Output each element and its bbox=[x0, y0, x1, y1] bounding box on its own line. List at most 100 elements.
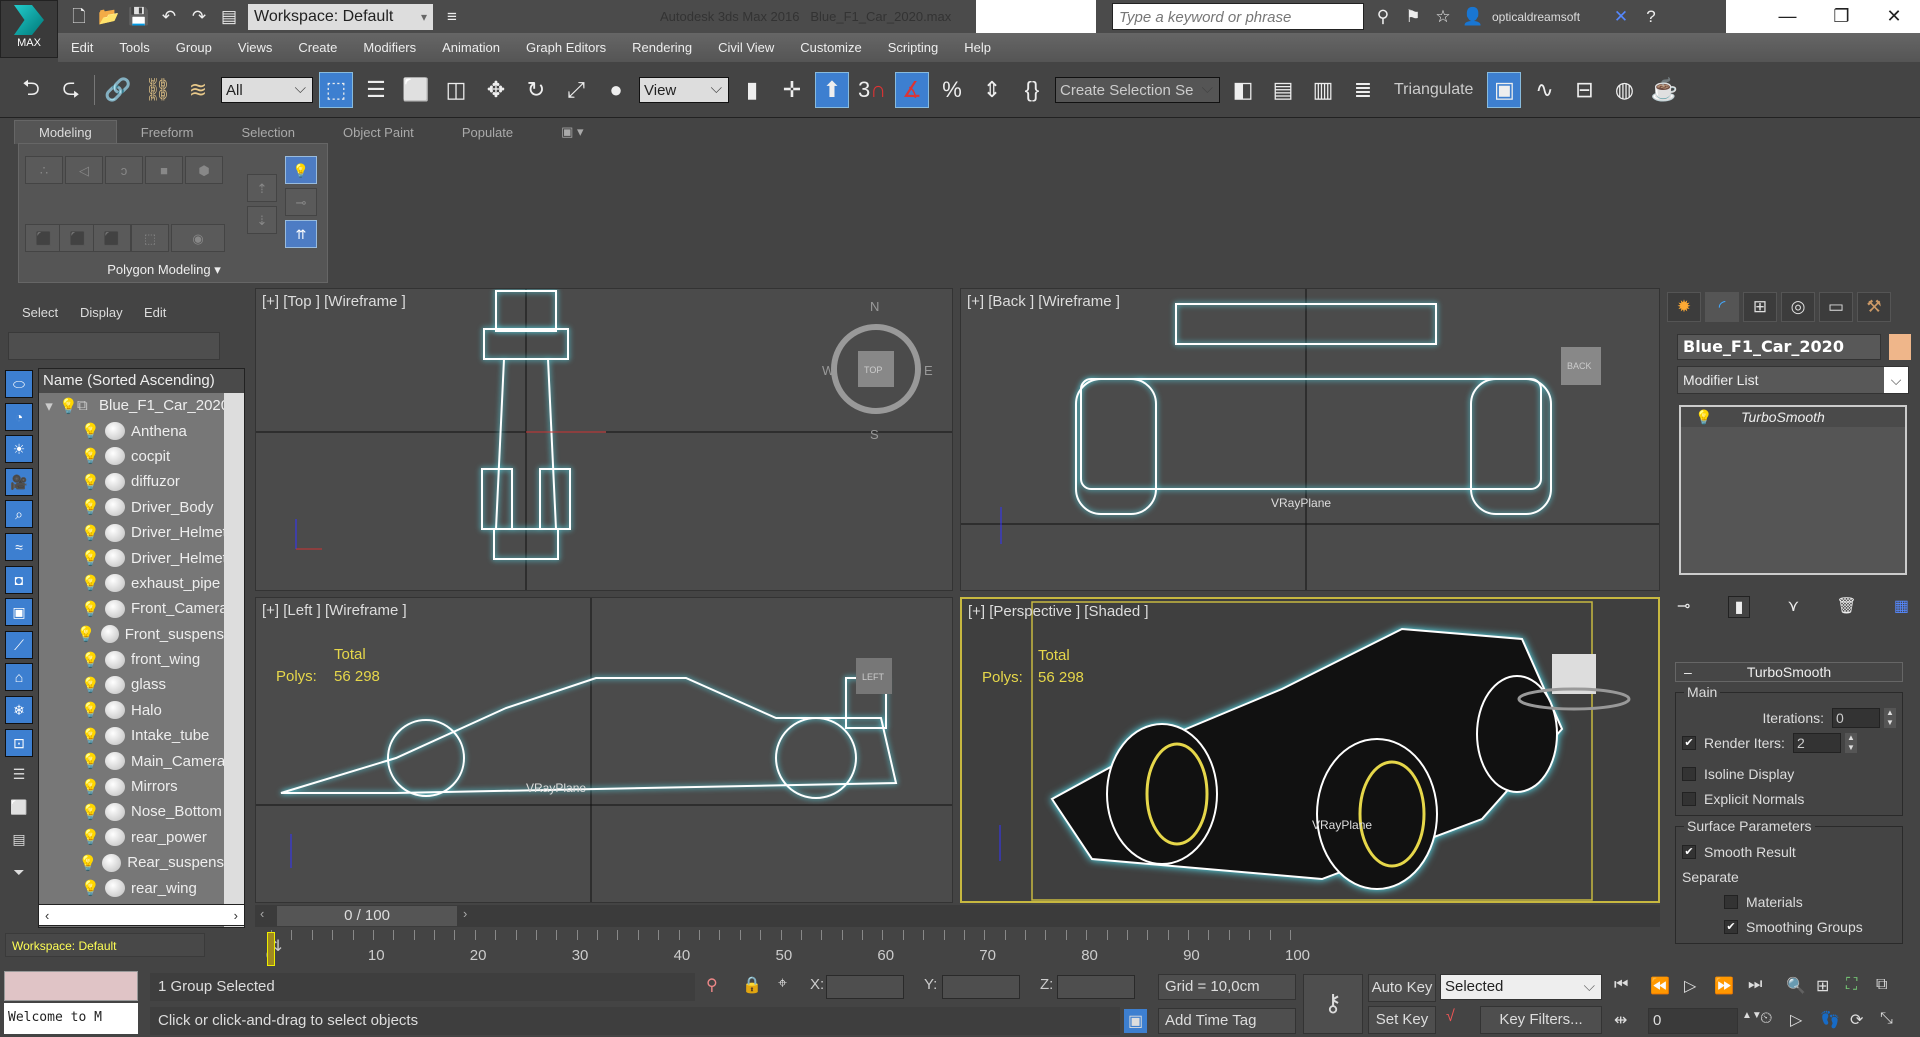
tree-root-row[interactable]: ▾ 💡 ⧉ Blue_F1_Car_2020 bbox=[39, 393, 244, 418]
select-cube-icon[interactable]: ⬛ bbox=[25, 224, 63, 252]
display-shapes-icon[interactable]: ◔ bbox=[5, 402, 33, 431]
viewport-back[interactable]: [+] [Back ] [Wireframe ] VRayPlane BACK bbox=[960, 288, 1660, 591]
render-setup-icon[interactable]: ☕ bbox=[1647, 72, 1681, 108]
vertex-icon[interactable]: ∴ bbox=[25, 156, 63, 184]
tree-item[interactable]: 💡 diffuzor bbox=[39, 469, 244, 494]
select-cube-3-icon[interactable]: ⬛ bbox=[93, 224, 131, 252]
explorer-search-input[interactable] bbox=[8, 332, 220, 360]
light-bulb-icon[interactable]: 💡 bbox=[81, 574, 100, 592]
project-folder-icon[interactable]: ▤ bbox=[218, 7, 240, 27]
tree-item[interactable]: 💡 Driver_Helmet bbox=[39, 545, 244, 570]
tab-modeling[interactable]: Modeling bbox=[14, 120, 117, 144]
time-slider[interactable]: ‹ 0 / 100 › bbox=[255, 905, 1660, 927]
display-none-icon[interactable]: ⬜ bbox=[5, 794, 33, 822]
customize-qat-icon[interactable]: ≡ bbox=[441, 7, 463, 27]
display-geometry-icon[interactable]: ⬭ bbox=[5, 370, 33, 398]
light-bulb-icon[interactable]: 💡 bbox=[81, 473, 100, 491]
schematic-view-icon[interactable]: ⊟ bbox=[1567, 72, 1601, 108]
bind-space-warp-icon[interactable]: ≋ bbox=[181, 72, 215, 108]
light-bulb-icon[interactable]: 💡 bbox=[78, 854, 97, 872]
object-color-swatch[interactable] bbox=[1889, 334, 1911, 360]
object-name-field[interactable]: Blue_F1_Car_2020 bbox=[1677, 334, 1881, 360]
select-by-name-icon[interactable]: ☰ bbox=[359, 72, 393, 108]
display-containers-icon[interactable]: ⌂ bbox=[5, 663, 33, 692]
go-to-end-icon[interactable]: ⏭ bbox=[1748, 976, 1762, 994]
light-bulb-icon[interactable]: 💡 bbox=[81, 676, 100, 694]
edit-named-selection-icon[interactable]: {} bbox=[1015, 72, 1049, 108]
workspace-label[interactable]: Workspace: Default bbox=[5, 933, 205, 957]
menu-civil-view[interactable]: Civil View bbox=[705, 40, 787, 55]
light-bulb-icon[interactable]: 💡 bbox=[81, 498, 100, 516]
light-bulb-icon[interactable]: 💡 bbox=[81, 447, 100, 465]
modifier-list-dropdown[interactable]: Modifier List ⌵ bbox=[1677, 366, 1909, 394]
tree-item[interactable]: 💡 glass bbox=[39, 672, 244, 697]
absolute-mode-icon[interactable]: ⌖ bbox=[778, 975, 787, 993]
menu-rendering[interactable]: Rendering bbox=[619, 40, 705, 55]
snaps-toggle-icon[interactable]: 3 ∩ bbox=[855, 72, 889, 108]
maxscript-listener-output[interactable] bbox=[4, 971, 138, 1001]
restore-icon[interactable]: ❐ bbox=[1833, 6, 1849, 27]
tree-item[interactable]: 💡 Driver_Helmet bbox=[39, 520, 244, 545]
tree-item[interactable]: 💡 rear_wing bbox=[39, 875, 244, 900]
light-bulb-icon[interactable]: 💡 bbox=[81, 549, 100, 567]
key-mode-toggle-icon[interactable]: ⇹ bbox=[1614, 1010, 1627, 1030]
viewport-label[interactable]: [+] [Left ] [Wireframe ] bbox=[262, 602, 407, 619]
rotate-icon[interactable]: ↻ bbox=[519, 72, 553, 108]
polygon-modeling-panel-label[interactable]: Polygon Modeling ▾ bbox=[19, 258, 309, 282]
materials-checkbox[interactable] bbox=[1724, 894, 1738, 909]
redo-icon[interactable]: ⮎ bbox=[54, 72, 88, 108]
filter-icon[interactable]: ⏷ bbox=[5, 859, 33, 887]
previous-frame-icon[interactable]: ⏪ bbox=[1650, 976, 1670, 996]
display-xrefs-icon[interactable]: ▣ bbox=[5, 598, 33, 627]
layer-explorer-icon[interactable]: ≣ bbox=[1346, 72, 1380, 108]
go-to-start-icon[interactable]: ⏮ bbox=[1614, 976, 1628, 994]
polygon-icon[interactable]: ■ bbox=[145, 156, 183, 184]
light-bulb-icon[interactable]: 💡 bbox=[77, 625, 96, 643]
track-bar[interactable]: ⇅ 0102030405060708090100 bbox=[255, 930, 1660, 970]
time-next-icon[interactable]: › bbox=[463, 906, 467, 921]
zoom-icon[interactable]: 🔍 bbox=[1786, 976, 1806, 996]
tree-item[interactable]: 💡 Front_Camera bbox=[39, 596, 244, 621]
tree-item[interactable]: 💡 Nose_Bottom bbox=[39, 799, 244, 824]
redo-icon[interactable]: ↷ bbox=[188, 7, 210, 27]
add-time-tag-button[interactable]: Add Time Tag bbox=[1158, 1008, 1296, 1034]
link-icon[interactable]: 🔗 bbox=[101, 72, 135, 108]
ribbon-options-icon[interactable]: ▣ ▾ bbox=[537, 120, 607, 144]
pin-stack-icon[interactable]: ⊸ bbox=[1677, 596, 1690, 618]
walk-through-icon[interactable]: 👣 bbox=[1820, 1010, 1840, 1030]
vertical-scrollbar[interactable] bbox=[224, 393, 244, 927]
scale-icon[interactable]: ⤢ bbox=[559, 72, 593, 108]
tree-item[interactable]: 💡 rear_power bbox=[39, 825, 244, 850]
close-icon[interactable]: ✕ bbox=[1886, 6, 1901, 27]
pin-stack-icon[interactable]: ⊸ bbox=[285, 188, 317, 216]
tab-populate[interactable]: Populate bbox=[438, 121, 537, 144]
application-menu-button[interactable]: MAX bbox=[0, 0, 58, 58]
viewport-perspective[interactable]: [+] [Perspective ] [Shaded ] Total Polys… bbox=[960, 597, 1660, 903]
collapse-icon[interactable]: – bbox=[1684, 663, 1692, 681]
show-end-result-icon[interactable]: ▮ bbox=[1727, 596, 1751, 618]
new-file-icon[interactable]: 🗋 bbox=[68, 7, 90, 27]
auto-key-button[interactable]: Auto Key bbox=[1368, 974, 1436, 1002]
menu-edit[interactable]: Edit bbox=[58, 40, 106, 55]
rollout-header[interactable]: – TurboSmooth bbox=[1675, 662, 1903, 682]
play-icon[interactable]: ▷ bbox=[1684, 976, 1696, 996]
scroll-left-icon[interactable]: ‹ bbox=[45, 908, 49, 923]
rectangular-selection-icon[interactable]: ⬜ bbox=[399, 72, 433, 108]
scroll-right-icon[interactable]: › bbox=[234, 908, 238, 923]
menu-help[interactable]: Help bbox=[951, 40, 1004, 55]
stack-down-icon[interactable]: ⇣ bbox=[247, 206, 277, 234]
move-icon[interactable]: ✥ bbox=[479, 72, 513, 108]
explorer-menu-display[interactable]: Display bbox=[80, 305, 123, 320]
window-crossing-icon[interactable]: ◫ bbox=[439, 72, 473, 108]
light-bulb-icon[interactable]: 💡 bbox=[81, 651, 100, 669]
menu-modifiers[interactable]: Modifiers bbox=[350, 40, 429, 55]
configure-modifier-sets-icon[interactable]: ▦ bbox=[1894, 596, 1909, 618]
keyboard-shortcut-override-icon[interactable]: ⬆ bbox=[815, 71, 849, 108]
time-configuration-icon[interactable]: ⏲ bbox=[1760, 1010, 1772, 1028]
tree-item[interactable]: 💡 Halo bbox=[39, 698, 244, 723]
display-all-icon[interactable]: ☰ bbox=[5, 761, 33, 789]
z-coordinate-field[interactable] bbox=[1057, 975, 1135, 999]
mirror-icon[interactable]: ◧ bbox=[1226, 72, 1260, 108]
chevron-down-icon[interactable]: ⌵ bbox=[1884, 367, 1908, 393]
x-coordinate-field[interactable] bbox=[826, 975, 904, 999]
